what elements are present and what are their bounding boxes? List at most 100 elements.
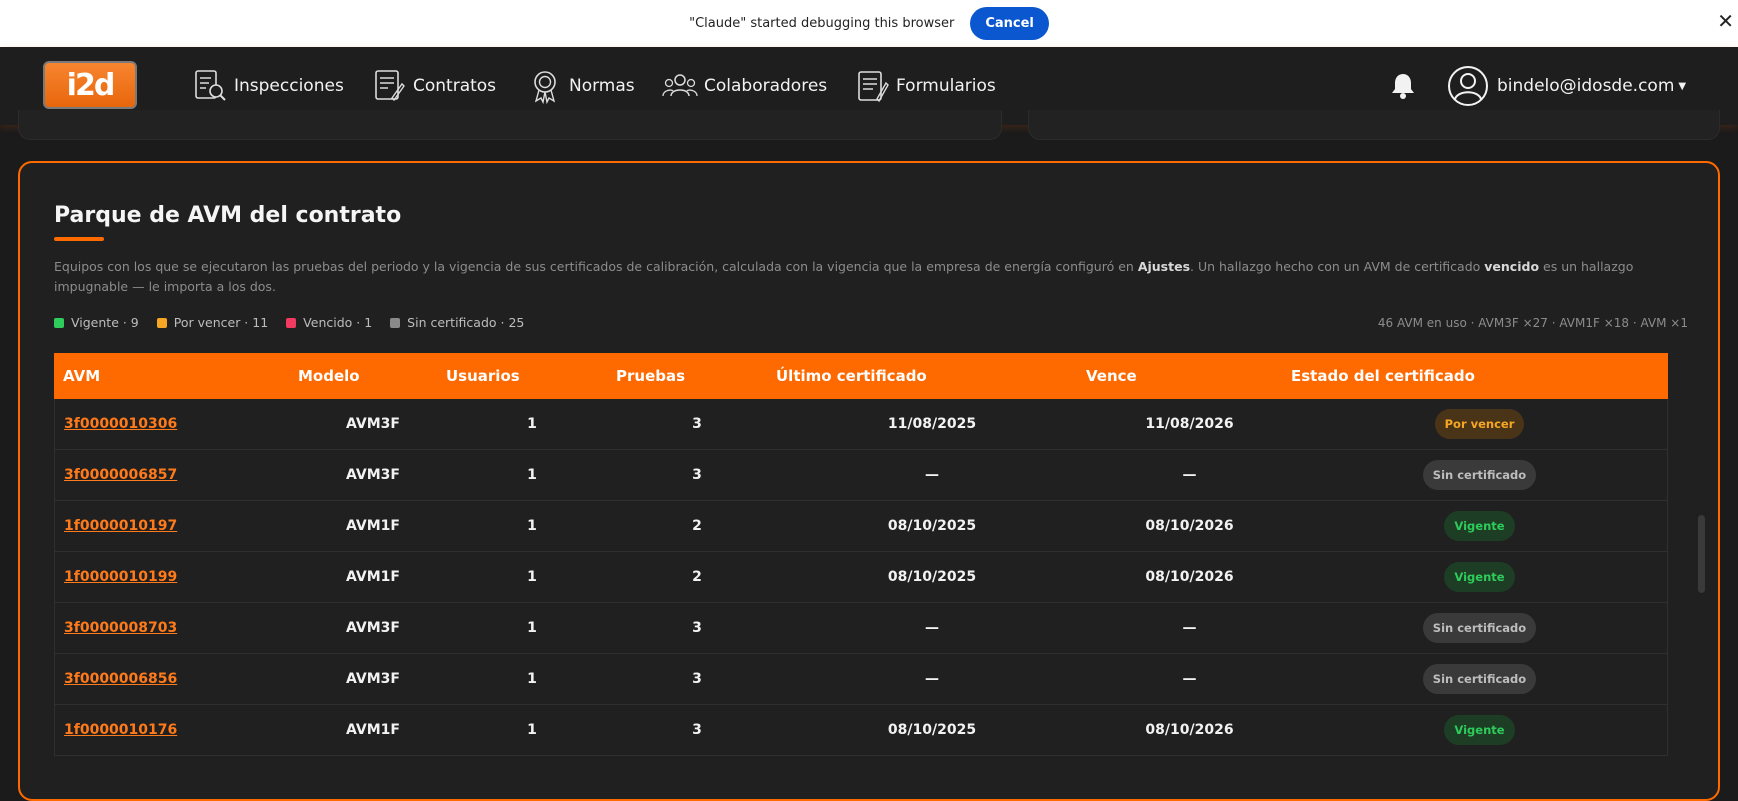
avm-link[interactable]: 3f0000006857 xyxy=(64,467,177,483)
status-badge: Sin certificado xyxy=(1422,460,1537,490)
col-header-estado[interactable]: Estado del certificado xyxy=(1291,367,1668,385)
avm-link[interactable]: 1f0000010197 xyxy=(64,518,177,534)
nav-item-colaboradores[interactable]: Colaboradores xyxy=(662,65,827,107)
cell-modelo: AVM1F xyxy=(346,722,400,738)
status-badge: Vigente xyxy=(1444,511,1515,541)
status-badge: Vigente xyxy=(1444,562,1515,592)
cell-ultimo-certificado: — xyxy=(925,467,939,483)
legend-item-vencido: Vencido · 1 xyxy=(286,315,372,330)
table-row: 3f0000008703 AVM3F 1 3 — — Sin certifica… xyxy=(54,603,1668,654)
cell-pruebas: 3 xyxy=(692,620,702,636)
cell-vence: — xyxy=(1182,467,1197,483)
table-scrollbar[interactable] xyxy=(1698,515,1705,593)
cell-vence: — xyxy=(1182,671,1197,687)
cell-ultimo-certificado: 08/10/2025 xyxy=(887,569,977,585)
panel-description: Equipos con los que se ejecutaron las pr… xyxy=(54,259,1634,294)
col-header-modelo[interactable]: Modelo xyxy=(298,367,446,385)
cell-ultimo-certificado: 11/08/2025 xyxy=(887,416,977,432)
legend-item-por-vencer: Por vencer · 11 xyxy=(156,315,268,330)
col-header-usuarios[interactable]: Usuarios xyxy=(446,367,616,385)
cell-usuarios: 1 xyxy=(527,518,537,534)
nav-label: Normas xyxy=(569,76,635,96)
cell-pruebas: 2 xyxy=(692,518,702,534)
nav-label: Contratos xyxy=(413,76,497,96)
avm-link[interactable]: 3f0000008703 xyxy=(64,620,177,636)
cell-vence: — xyxy=(1182,620,1197,636)
legend-item-vigente: Vigente · 9 xyxy=(54,315,139,330)
cell-modelo: AVM3F xyxy=(346,416,400,432)
cell-ultimo-certificado: 08/10/2025 xyxy=(887,722,977,738)
title-underline xyxy=(54,237,104,241)
cell-vence: 08/10/2026 xyxy=(1145,518,1234,534)
inspection-icon xyxy=(192,68,228,104)
users-icon xyxy=(662,68,698,104)
cell-usuarios: 1 xyxy=(527,620,537,636)
bell-icon[interactable] xyxy=(1390,72,1416,100)
cell-pruebas: 2 xyxy=(692,569,702,585)
avm-summary: 46 AVM en uso · AVM3F ×27 · AVM1F ×18 · … xyxy=(1377,316,1688,330)
status-badge: Vigente xyxy=(1444,715,1515,745)
table-row: 1f0000010176 AVM1F 1 3 08/10/2025 08/10/… xyxy=(54,705,1668,756)
table-row: 1f0000010199 AVM1F 1 2 08/10/2025 08/10/… xyxy=(54,552,1668,603)
cell-modelo: AVM3F xyxy=(346,671,400,687)
cell-ultimo-certificado: — xyxy=(925,671,939,687)
form-icon xyxy=(854,68,890,104)
cell-modelo: AVM3F xyxy=(346,467,400,483)
table-row: 1f0000010197 AVM1F 1 2 08/10/2025 08/10/… xyxy=(54,501,1668,552)
table-row: 3f0000010306 AVM3F 1 3 11/08/2025 11/08/… xyxy=(54,399,1668,450)
table-row: 3f0000006857 AVM3F 1 3 — — Sin certifica… xyxy=(54,450,1668,501)
cell-vence: 08/10/2026 xyxy=(1145,722,1234,738)
cell-usuarios: 1 xyxy=(527,569,537,585)
nav-label: Colaboradores xyxy=(704,76,828,96)
cell-pruebas: 3 xyxy=(692,722,702,738)
close-icon[interactable]: ✕ xyxy=(1717,9,1734,33)
cell-usuarios: 1 xyxy=(527,722,537,738)
nav-label: Inspecciones xyxy=(234,76,344,96)
nav-item-normas[interactable]: Normas xyxy=(527,65,635,107)
user-email: bindelo@idosde.com xyxy=(1497,76,1675,96)
badge-icon xyxy=(527,68,563,104)
cell-usuarios: 1 xyxy=(527,671,537,687)
top-card-left xyxy=(18,110,1002,140)
cell-modelo: AVM1F xyxy=(346,518,400,534)
cell-ultimo-certificado: 08/10/2025 xyxy=(887,518,977,534)
contract-icon xyxy=(371,68,407,104)
col-header-pruebas[interactable]: Pruebas xyxy=(616,367,776,385)
status-badge: Sin certificado xyxy=(1422,613,1537,643)
cancel-debugging-button[interactable]: Cancel xyxy=(970,7,1049,40)
cell-vence: 08/10/2026 xyxy=(1145,569,1234,585)
table-row: 3f0000006856 AVM3F 1 3 — — Sin certifica… xyxy=(54,654,1668,705)
cell-modelo: AVM1F xyxy=(346,569,400,585)
user-menu[interactable]: bindelo@idosde.com ▼ xyxy=(1447,65,1686,107)
panel-title: Parque de AVM del contrato xyxy=(54,203,402,228)
col-header-vence[interactable]: Vence xyxy=(1086,367,1291,385)
status-badge: Sin certificado xyxy=(1422,664,1537,694)
nav-item-formularios[interactable]: Formularios xyxy=(854,65,996,107)
table-header: AVM Modelo Usuarios Pruebas Último certi… xyxy=(54,353,1668,399)
legend-item-sin-certificado: Sin certificado · 25 xyxy=(390,315,524,330)
status-legend: Vigente · 9 Por vencer · 11 Vencido · 1 … xyxy=(54,315,542,330)
nav-item-inspecciones[interactable]: Inspecciones xyxy=(192,65,344,107)
avm-fleet-panel: Parque de AVM del contrato Equipos con l… xyxy=(18,161,1720,801)
avm-link[interactable]: 1f0000010199 xyxy=(64,569,177,585)
top-card-right xyxy=(1028,110,1720,140)
cell-usuarios: 1 xyxy=(527,416,537,432)
cell-pruebas: 3 xyxy=(692,416,702,432)
col-header-ultimo-certificado[interactable]: Último certificado xyxy=(776,367,1086,385)
debugging-banner: "Claude" started debugging this browser … xyxy=(0,0,1738,47)
nav-item-contratos[interactable]: Contratos xyxy=(371,65,496,107)
col-header-avm[interactable]: AVM xyxy=(54,367,298,385)
cell-usuarios: 1 xyxy=(527,467,537,483)
avm-table: AVM Modelo Usuarios Pruebas Último certi… xyxy=(54,353,1668,756)
avm-link[interactable]: 3f0000010306 xyxy=(64,416,177,432)
nav-label: Formularios xyxy=(896,76,996,96)
user-avatar-icon xyxy=(1447,65,1489,107)
debugging-message: "Claude" started debugging this browser xyxy=(689,16,955,31)
cell-ultimo-certificado: — xyxy=(925,620,939,636)
status-badge: Por vencer xyxy=(1434,409,1525,439)
cell-pruebas: 3 xyxy=(692,671,702,687)
avm-link[interactable]: 1f0000010176 xyxy=(64,722,177,738)
cell-modelo: AVM3F xyxy=(346,620,400,636)
avm-link[interactable]: 3f0000006856 xyxy=(64,671,177,687)
app-logo[interactable]: i2d xyxy=(43,61,137,109)
